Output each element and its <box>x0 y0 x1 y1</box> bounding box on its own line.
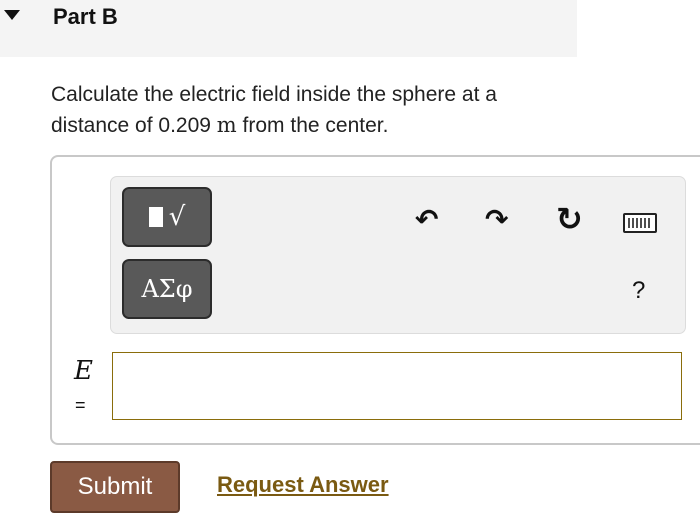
unit-meters: m <box>216 113 237 137</box>
submit-button[interactable]: Submit <box>50 461 180 513</box>
variable-label: E <box>74 356 93 386</box>
templates-button[interactable]: √ <box>122 187 212 247</box>
undo-icon[interactable]: ↶ <box>415 203 438 236</box>
radical-icon: √ <box>168 202 186 232</box>
question-line-2-start: distance of 0.209 <box>51 114 217 137</box>
question-line-2: distance of 0.209 m from the center. <box>51 110 497 141</box>
collapse-caret-icon[interactable] <box>4 10 20 20</box>
question-text: Calculate the electric field inside the … <box>51 80 497 141</box>
question-line-1: Calculate the electric field inside the … <box>51 83 497 106</box>
keyboard-icon[interactable] <box>623 213 657 233</box>
help-icon[interactable]: ? <box>632 277 645 305</box>
request-answer-link[interactable]: Request Answer <box>217 472 389 498</box>
question-line-2-end: from the center. <box>236 114 389 137</box>
answer-input[interactable] <box>112 352 682 420</box>
keyboard-keys <box>628 218 652 228</box>
equals-sign: = <box>75 395 86 415</box>
part-title: Part B <box>53 4 118 29</box>
part-header[interactable]: Part B <box>0 0 577 57</box>
template-square-icon <box>148 207 163 227</box>
symbols-button[interactable]: ΑΣφ <box>122 259 212 319</box>
redo-icon[interactable]: ↷ <box>485 203 508 236</box>
reset-icon[interactable]: ↻ <box>556 200 583 238</box>
